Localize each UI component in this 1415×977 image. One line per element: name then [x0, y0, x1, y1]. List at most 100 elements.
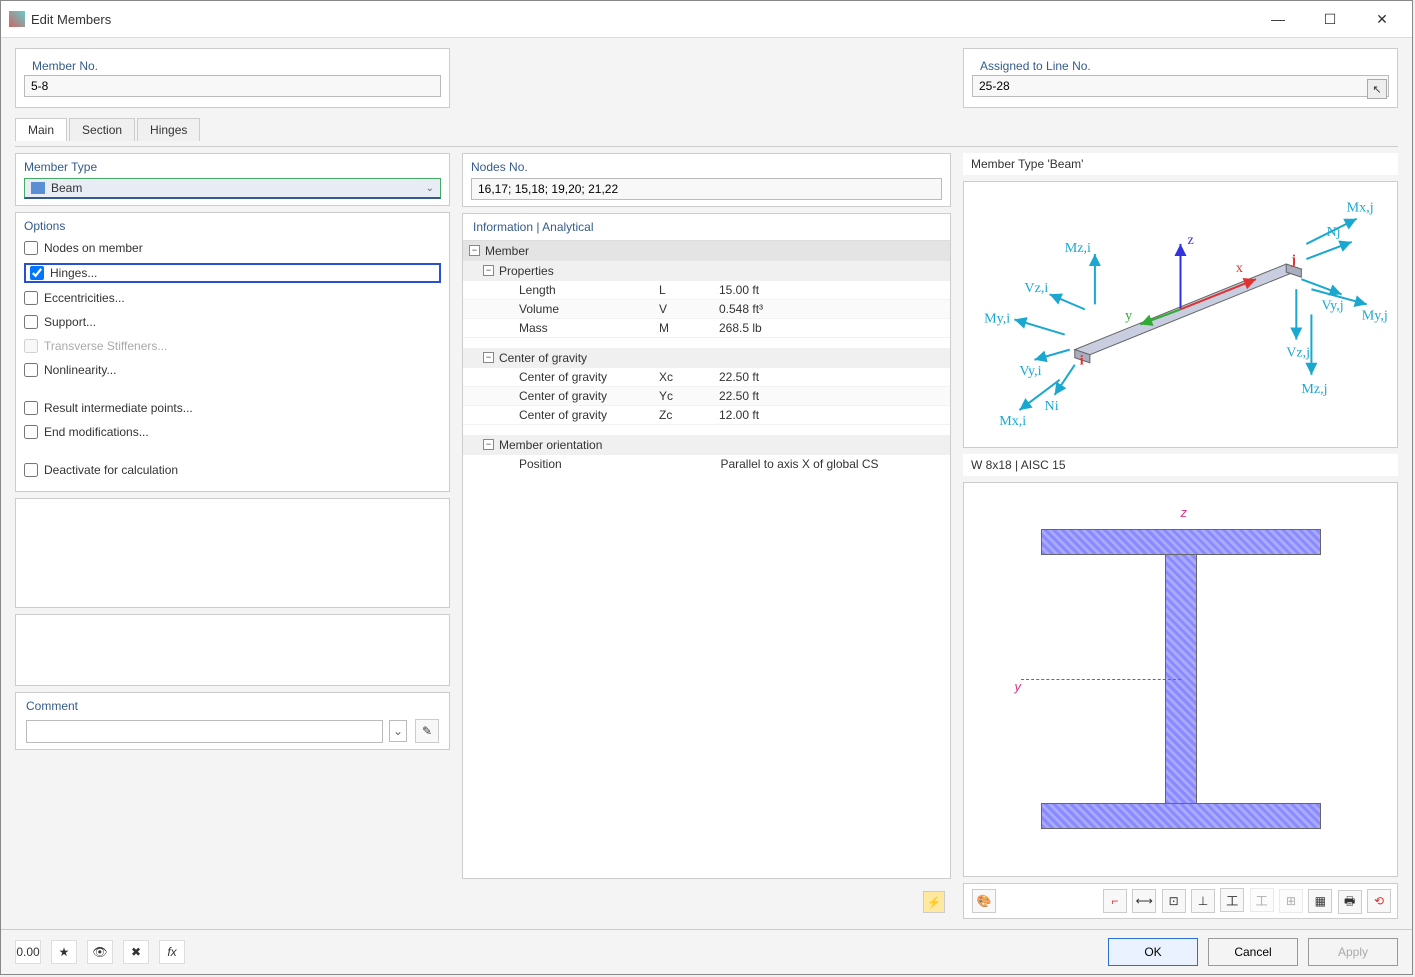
nodes-no-input[interactable]	[471, 178, 942, 200]
dialog-footer: 0.00 ★ 👁 ✖ fx OK Cancel Apply	[1, 929, 1412, 974]
checkbox-nonlinearity[interactable]	[24, 363, 38, 377]
render-mode-button[interactable]: 🎨	[972, 889, 996, 913]
tab-section[interactable]: Section	[69, 118, 135, 141]
svg-text:i: i	[1080, 353, 1084, 369]
ok-button[interactable]: OK	[1108, 938, 1198, 966]
print-icon[interactable]: 🖶	[1338, 890, 1362, 914]
svg-text:Ni: Ni	[1045, 398, 1059, 414]
tab-main[interactable]: Main	[15, 118, 67, 141]
checkbox-support[interactable]	[24, 315, 38, 329]
cross-section-preview: z y	[963, 482, 1398, 877]
favorites-icon[interactable]: ★	[51, 940, 77, 964]
option-label: Transverse Stiffeners...	[44, 339, 167, 353]
assigned-line-label: Assigned to Line No.	[972, 55, 1389, 75]
svg-text:Vz,j: Vz,j	[1286, 345, 1310, 361]
svg-text:Mx,j: Mx,j	[1347, 200, 1374, 216]
checkbox-nodes-on-member[interactable]	[24, 241, 38, 255]
grid-icon[interactable]: ▦	[1308, 889, 1332, 913]
tree-member[interactable]: − Member	[463, 241, 950, 261]
svg-text:Vy,j: Vy,j	[1321, 297, 1343, 313]
prop-row-mass: Mass M 268.5 lb	[463, 319, 950, 338]
tabs: Main Section Hinges	[15, 118, 1398, 141]
chevron-down-icon: ⌄	[426, 183, 434, 194]
function-icon[interactable]: fx	[159, 940, 185, 964]
assigned-line-input[interactable]	[972, 75, 1389, 97]
member-no-input[interactable]	[24, 75, 441, 97]
checkbox-end-modifications[interactable]	[24, 425, 38, 439]
member-type-section: Member Type Beam ⌄	[15, 153, 450, 206]
reset-icon[interactable]: ⟲	[1367, 889, 1391, 913]
maximize-button[interactable]: ☐	[1308, 5, 1352, 33]
collapse-icon[interactable]: −	[483, 352, 494, 363]
pick-line-button[interactable]: ↖	[1367, 79, 1387, 99]
option-end-modifications[interactable]: End modifications...	[24, 423, 441, 441]
minimize-button[interactable]: —	[1256, 5, 1300, 33]
option-deactivate[interactable]: Deactivate for calculation	[24, 461, 441, 479]
left-spacer-panel-1	[15, 498, 450, 608]
cog-row-x: Center of gravity Xc 22.50 ft	[463, 368, 950, 387]
beam-preview-label: Member Type 'Beam'	[963, 153, 1398, 175]
collapse-icon[interactable]: −	[483, 439, 494, 450]
collapse-icon[interactable]: −	[469, 245, 480, 256]
close-button[interactable]: ✕	[1360, 5, 1404, 33]
svg-text:z: z	[1188, 232, 1194, 248]
axis-y-line	[1021, 679, 1181, 680]
tree-properties[interactable]: − Properties	[463, 261, 950, 281]
member-no-panel: Member No.	[15, 48, 450, 108]
delete-icon[interactable]: ✖	[123, 940, 149, 964]
dimension-icon[interactable]: ⟷	[1132, 889, 1156, 913]
checkbox-result-intermediate[interactable]	[24, 401, 38, 415]
option-nodes-on-member[interactable]: Nodes on member	[24, 239, 441, 257]
assigned-line-panel: Assigned to Line No. ↖	[963, 48, 1398, 108]
tab-hinges[interactable]: Hinges	[137, 118, 200, 141]
support-icon[interactable]: ⊥	[1191, 889, 1215, 913]
checkbox-transverse-stiffeners	[24, 339, 38, 353]
svg-text:Vy,i: Vy,i	[1019, 363, 1041, 379]
option-label: Support...	[44, 315, 96, 329]
checkbox-eccentricities[interactable]	[24, 291, 38, 305]
comment-label: Comment	[26, 699, 439, 713]
comment-input[interactable]	[26, 720, 383, 743]
units-icon[interactable]: 0.00	[15, 940, 41, 964]
svg-text:x: x	[1236, 260, 1243, 276]
option-nonlinearity[interactable]: Nonlinearity...	[24, 361, 441, 379]
comment-dropdown-button[interactable]: ⌄	[389, 720, 407, 742]
orientation-row: Position Parallel to axis X of global CS	[463, 455, 950, 473]
svg-text:My,j: My,j	[1362, 307, 1388, 323]
option-label: Nodes on member	[44, 241, 143, 255]
collapse-icon[interactable]: −	[483, 265, 494, 276]
node-icon[interactable]: ⊡	[1162, 889, 1186, 913]
option-result-intermediate[interactable]: Result intermediate points...	[24, 399, 441, 417]
prop-row-length: Length L 15.00 ft	[463, 281, 950, 300]
option-support[interactable]: Support...	[24, 313, 441, 331]
axis-z-label: z	[1181, 505, 1188, 520]
comment-edit-button[interactable]: ✎	[415, 719, 439, 743]
option-label: Eccentricities...	[44, 291, 125, 305]
option-eccentricities[interactable]: Eccentricities...	[24, 289, 441, 307]
member-no-label: Member No.	[24, 55, 441, 75]
info-toggle-button[interactable]: ⚡	[923, 891, 945, 913]
option-label: Hinges...	[50, 266, 97, 280]
option-label: Nonlinearity...	[44, 363, 116, 377]
member-type-dropdown[interactable]: Beam ⌄	[24, 178, 441, 199]
tree-orientation[interactable]: − Member orientation	[463, 435, 950, 455]
left-spacer-panel-2	[15, 614, 450, 686]
flange-top	[1041, 529, 1321, 555]
options-label: Options	[24, 219, 441, 233]
axis-y-label: y	[1015, 679, 1022, 694]
info-header: Information | Analytical	[463, 214, 950, 241]
axes-icon[interactable]: ⌐	[1103, 889, 1127, 913]
section-icon[interactable]: 工	[1220, 888, 1244, 912]
options-section: Options Nodes on member Hinges... Ecc	[15, 212, 450, 492]
checkbox-hinges[interactable]	[30, 266, 44, 280]
tree-center-of-gravity[interactable]: − Center of gravity	[463, 348, 950, 368]
apply-button: Apply	[1308, 938, 1398, 966]
checkbox-deactivate[interactable]	[24, 463, 38, 477]
edit-members-dialog: Edit Members — ☐ ✕ Member No. Assigned t…	[0, 0, 1413, 975]
comment-section: Comment ⌄ ✎	[15, 692, 450, 750]
svg-text:y: y	[1125, 307, 1132, 323]
view-icon[interactable]: 👁	[87, 940, 113, 964]
cancel-button[interactable]: Cancel	[1208, 938, 1298, 966]
option-label: Deactivate for calculation	[44, 463, 178, 477]
option-hinges[interactable]: Hinges...	[24, 263, 441, 283]
